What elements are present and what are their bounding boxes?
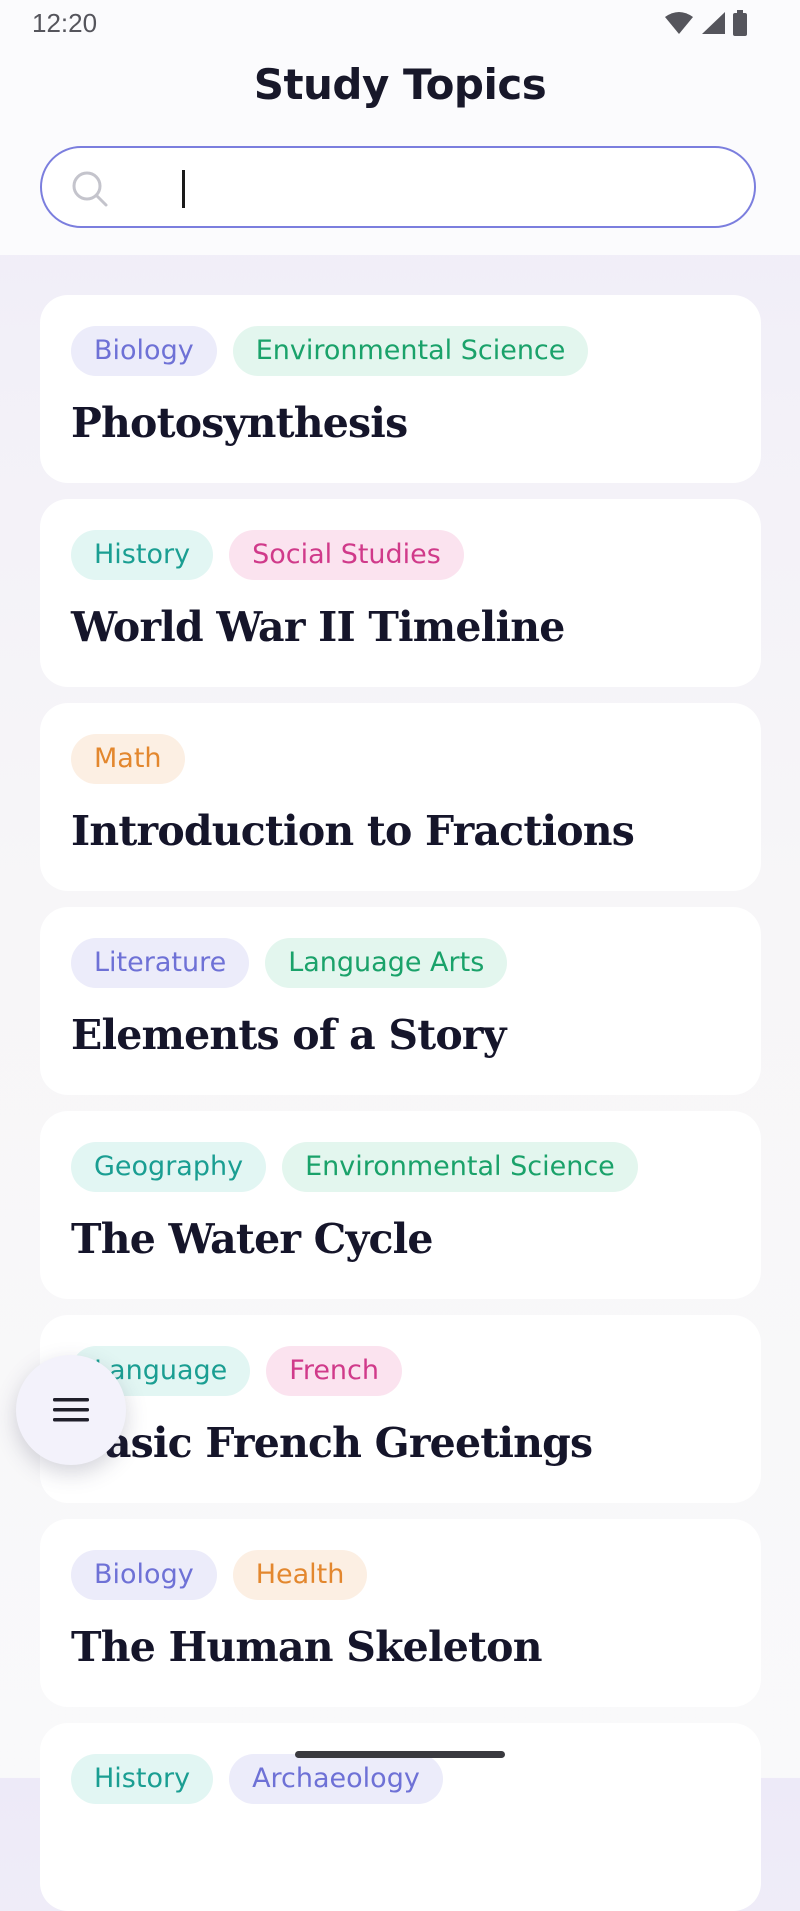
subject-tag: Archaeology <box>229 1754 443 1804</box>
subject-tag: Biology <box>71 326 217 376</box>
cellular-signal-icon <box>702 12 725 34</box>
home-indicator[interactable] <box>295 1751 505 1758</box>
topic-title: Photosynthesis <box>71 399 408 447</box>
topic-card[interactable]: Geography Environmental Science The Water … <box>40 1111 761 1299</box>
topic-card[interactable]: Biology Health The Human Skeleton <box>40 1519 761 1707</box>
topic-tags: Biology Environmental Science <box>71 326 589 376</box>
search-bar[interactable] <box>40 146 756 228</box>
battery-icon <box>733 10 747 36</box>
topic-card[interactable]: Math Introduction to Fractions <box>40 703 761 891</box>
topic-title: Introduction to Fractions <box>71 807 635 855</box>
subject-tag: History <box>71 530 214 580</box>
subject-tag: Language Arts <box>265 938 508 988</box>
subject-tag: Literature <box>71 938 250 988</box>
top-app-bar: 12:20 Study Topics <box>0 0 800 255</box>
subject-tag: Math <box>71 734 185 784</box>
subject-tag: Health <box>232 1550 368 1600</box>
topic-title: Elements of a Story <box>71 1011 507 1059</box>
topic-tags: Geography Environmental Science <box>71 1142 638 1192</box>
status-time: 12:20 <box>32 8 98 38</box>
topic-title: The Human Skeleton <box>71 1623 543 1671</box>
page-title: Study Topics <box>253 60 547 109</box>
text-cursor <box>182 170 185 208</box>
subject-tag: French <box>266 1346 403 1396</box>
subject-tag: Biology <box>71 1550 217 1600</box>
subject-tag: Geography <box>71 1142 267 1192</box>
subject-tag: History <box>71 1754 214 1804</box>
topic-tags: Biology Health <box>71 1550 368 1600</box>
topic-title: Basic French Greetings <box>71 1419 593 1467</box>
subject-tag: Social Studies <box>229 530 464 580</box>
search-icon <box>72 171 108 207</box>
status-icons <box>664 10 748 36</box>
topic-tags: Literature Language Arts <box>71 938 508 988</box>
topic-card[interactable]: Language French Basic French Greetings <box>40 1315 761 1503</box>
topic-title: The Water Cycle <box>71 1215 434 1263</box>
search-input[interactable] <box>142 160 726 218</box>
subject-tag: Environmental Science <box>232 326 589 376</box>
topic-title: World War II Timeline <box>71 603 565 651</box>
menu-fab-button[interactable] <box>16 1355 126 1465</box>
wifi-icon <box>665 12 693 34</box>
topic-card[interactable]: Literature Language Arts Elements of a Sto… <box>40 907 761 1095</box>
topic-tags: History Archaeology <box>71 1754 443 1804</box>
menu-icon <box>53 1398 89 1422</box>
topic-tags: History Social Studies <box>71 530 464 580</box>
subject-tag: Environmental Science <box>282 1142 638 1192</box>
topic-tags: Math <box>71 734 185 784</box>
topic-card[interactable]: History Social Studies World War II Timeli… <box>40 499 761 687</box>
topic-card[interactable]: Biology Environmental Science Photosynthes… <box>40 295 761 483</box>
